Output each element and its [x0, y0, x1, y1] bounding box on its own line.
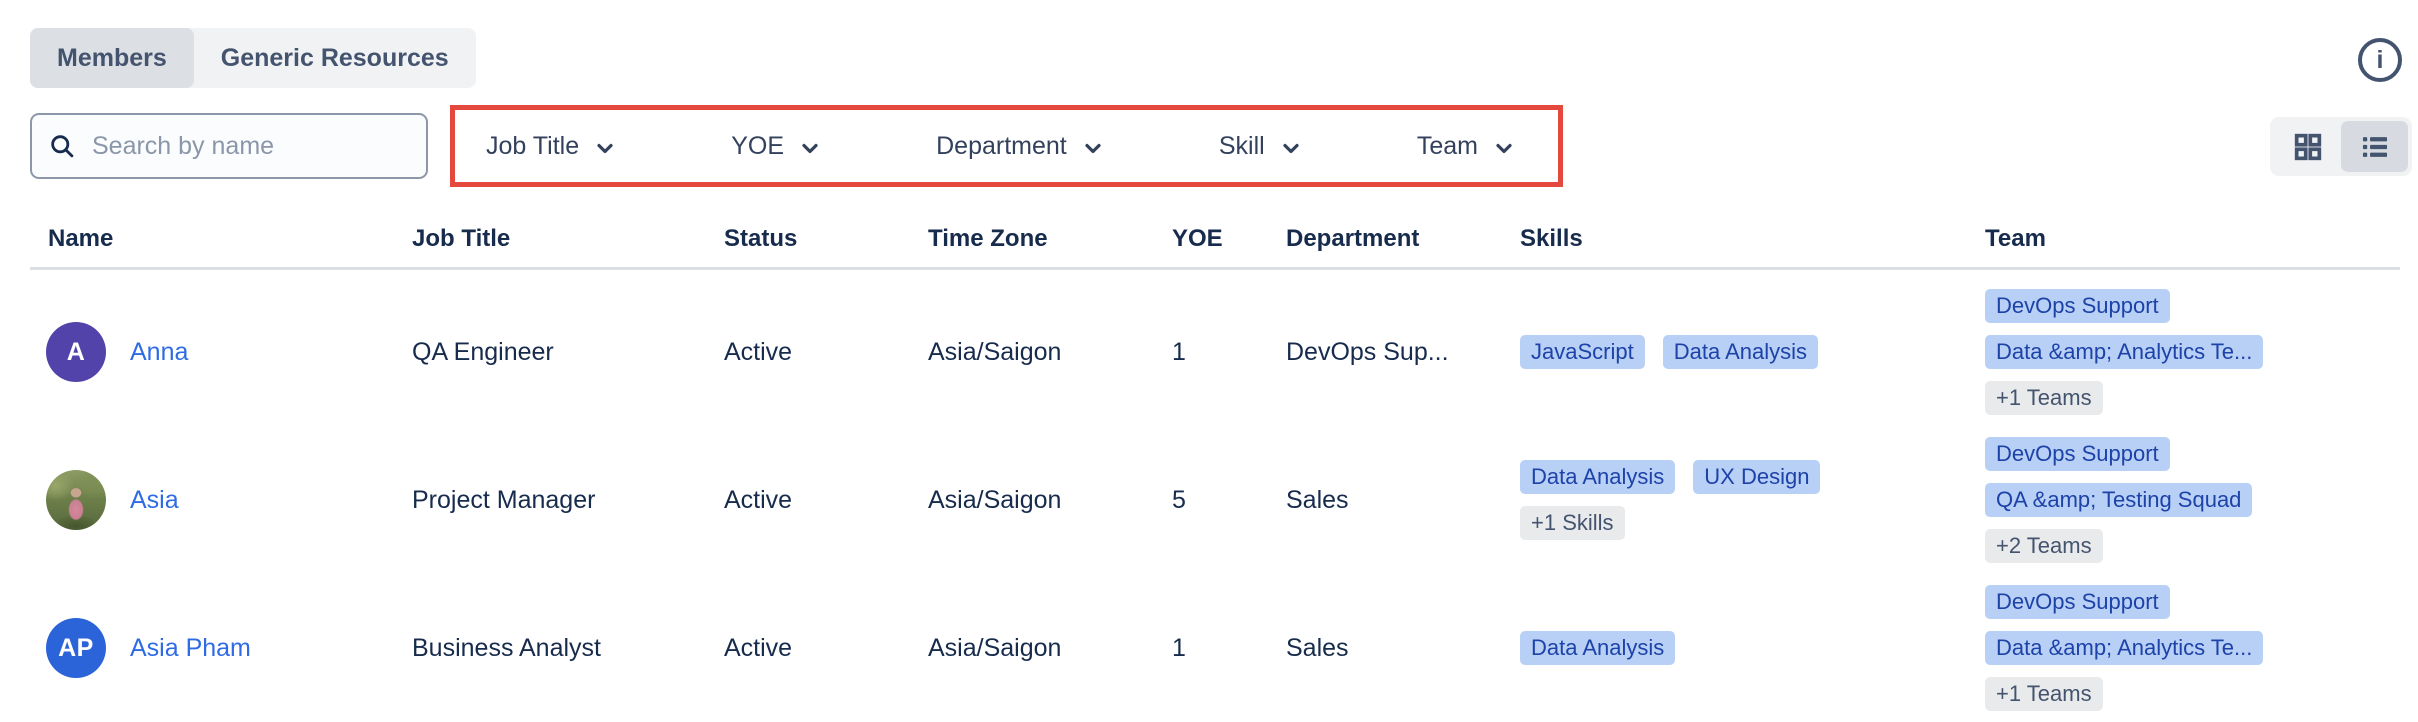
team-cell: DevOps Support Data &amp; Analytics Te..… — [1985, 289, 2418, 415]
job-title-cell: QA Engineer — [412, 338, 724, 367]
department-cell: Sales — [1286, 634, 1520, 663]
column-header-job-title: Job Title — [412, 225, 724, 253]
skill-badge: Data Analysis — [1520, 631, 1675, 665]
list-view-button[interactable] — [2341, 121, 2408, 172]
team-badge: DevOps Support — [1985, 437, 2170, 471]
team-badge: Data &amp; Analytics Te... — [1985, 631, 2263, 665]
tab-members[interactable]: Members — [30, 28, 194, 88]
member-name-link[interactable]: Asia Pham — [130, 634, 251, 663]
filter-department-label: Department — [936, 132, 1067, 161]
tab-generic-resources[interactable]: Generic Resources — [194, 28, 476, 88]
avatar: AP — [46, 618, 106, 678]
name-cell: A Anna — [46, 322, 412, 382]
search-icon — [48, 132, 76, 160]
department-cell: DevOps Sup... — [1286, 338, 1520, 367]
tab-group: Members Generic Resources — [30, 28, 476, 88]
table-row: A Anna QA Engineer Active Asia/Saigon 1 … — [0, 278, 2418, 426]
status-cell: Active — [724, 634, 928, 663]
team-badge: QA &amp; Testing Squad — [1985, 483, 2252, 517]
yoe-cell: 1 — [1172, 634, 1286, 663]
team-badge: DevOps Support — [1985, 289, 2170, 323]
department-cell: Sales — [1286, 486, 1520, 515]
members-page: Members Generic Resources i Job Title YO… — [0, 0, 2418, 722]
filter-job-title-label: Job Title — [486, 132, 579, 161]
skill-badge: Data Analysis — [1520, 460, 1675, 494]
time-zone-cell: Asia/Saigon — [928, 486, 1172, 515]
team-cell: DevOps Support Data &amp; Analytics Te..… — [1985, 585, 2418, 711]
chevron-down-icon — [1279, 136, 1303, 160]
team-badge: DevOps Support — [1985, 585, 2170, 619]
filter-skill-label: Skill — [1219, 132, 1265, 161]
column-header-yoe: YOE — [1172, 225, 1286, 253]
column-header-status: Status — [724, 225, 928, 253]
search-input[interactable] — [90, 131, 394, 162]
avatar: A — [46, 322, 106, 382]
member-name-link[interactable]: Asia — [130, 486, 179, 515]
skills-cell: JavaScript Data Analysis — [1520, 335, 1985, 369]
chevron-down-icon — [1081, 136, 1105, 160]
table-body: A Anna QA Engineer Active Asia/Saigon 1 … — [0, 278, 2418, 722]
status-cell: Active — [724, 338, 928, 367]
info-icon: i — [2377, 46, 2384, 75]
name-cell: AP Asia Pham — [46, 618, 412, 678]
filter-team[interactable]: Team — [1411, 131, 1522, 162]
skill-badge: JavaScript — [1520, 335, 1645, 369]
avatar-photo — [46, 470, 106, 530]
search-box — [30, 113, 428, 179]
column-header-skills: Skills — [1520, 225, 1985, 253]
more-teams-badge[interactable]: +2 Teams — [1985, 529, 2103, 563]
filter-yoe[interactable]: YOE — [725, 131, 828, 162]
filters-highlight-box: Job Title YOE Department Skill Team — [450, 105, 1563, 187]
filter-job-title[interactable]: Job Title — [480, 131, 623, 162]
time-zone-cell: Asia/Saigon — [928, 338, 1172, 367]
column-header-team: Team — [1985, 225, 2418, 253]
toolbar: Job Title YOE Department Skill Team — [0, 105, 2418, 187]
column-header-department: Department — [1286, 225, 1520, 253]
table-row: Asia Project Manager Active Asia/Saigon … — [0, 426, 2418, 574]
yoe-cell: 1 — [1172, 338, 1286, 367]
filter-team-label: Team — [1417, 132, 1478, 161]
column-header-name: Name — [48, 225, 412, 253]
job-title-cell: Project Manager — [412, 486, 724, 515]
table-row: AP Asia Pham Business Analyst Active Asi… — [0, 574, 2418, 722]
filter-yoe-label: YOE — [731, 132, 784, 161]
header-divider — [30, 267, 2400, 270]
chevron-down-icon — [1492, 136, 1516, 160]
list-icon — [2358, 130, 2392, 164]
filter-skill[interactable]: Skill — [1213, 131, 1309, 162]
team-cell: DevOps Support QA &amp; Testing Squad +2… — [1985, 437, 2418, 563]
filter-department[interactable]: Department — [930, 131, 1111, 162]
job-title-cell: Business Analyst — [412, 634, 724, 663]
table-header: Name Job Title Status Time Zone YOE Depa… — [0, 221, 2418, 257]
status-cell: Active — [724, 486, 928, 515]
team-badge: Data &amp; Analytics Te... — [1985, 335, 2263, 369]
skill-badge: UX Design — [1693, 460, 1820, 494]
view-toggle — [2270, 117, 2412, 176]
member-name-link[interactable]: Anna — [130, 338, 188, 367]
yoe-cell: 5 — [1172, 486, 1286, 515]
chevron-down-icon — [593, 136, 617, 160]
chevron-down-icon — [798, 136, 822, 160]
column-header-time-zone: Time Zone — [928, 225, 1172, 253]
name-cell: Asia — [46, 470, 412, 530]
time-zone-cell: Asia/Saigon — [928, 634, 1172, 663]
grid-view-button[interactable] — [2274, 121, 2341, 172]
more-teams-badge[interactable]: +1 Teams — [1985, 381, 2103, 415]
skills-cell: Data Analysis — [1520, 631, 1985, 665]
skills-cell: Data Analysis UX Design +1 Skills — [1520, 460, 1985, 540]
more-skills-badge[interactable]: +1 Skills — [1520, 506, 1625, 540]
skill-badge: Data Analysis — [1663, 335, 1818, 369]
info-button[interactable]: i — [2358, 38, 2402, 82]
more-teams-badge[interactable]: +1 Teams — [1985, 677, 2103, 711]
tabs-row: Members Generic Resources i — [0, 0, 2418, 88]
grid-icon — [2291, 130, 2325, 164]
